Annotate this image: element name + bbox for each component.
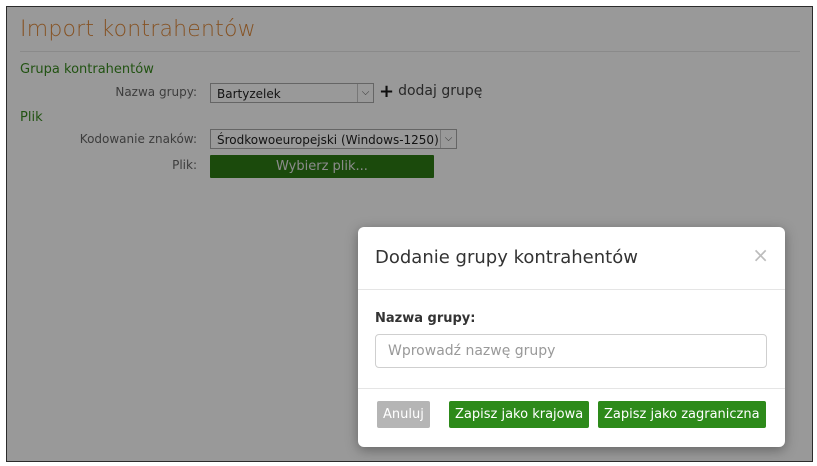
app-window: Import kontrahentów Grupa kontrahentów N… xyxy=(6,6,813,462)
add-group-dialog: Dodanie grupy kontrahentów × Nazwa grupy… xyxy=(358,227,785,447)
save-domestic-button[interactable]: Zapisz jako krajowa xyxy=(449,401,590,428)
dialog-footer: Anuluj Zapisz jako krajowa Zapisz jako z… xyxy=(358,389,785,447)
cancel-button[interactable]: Anuluj xyxy=(377,401,430,428)
dialog-title: Dodanie grupy kontrahentów xyxy=(375,247,638,268)
save-foreign-button[interactable]: Zapisz jako zagraniczna xyxy=(598,401,766,428)
dialog-body: Nazwa grupy: Wprowadź nazwę grupy xyxy=(358,290,785,389)
dialog-header: Dodanie grupy kontrahentów × xyxy=(358,227,785,290)
group-name-field-label: Nazwa grupy: xyxy=(375,311,476,326)
group-name-input[interactable]: Wprowadź nazwę grupy xyxy=(375,334,767,368)
close-icon[interactable]: × xyxy=(752,243,769,267)
